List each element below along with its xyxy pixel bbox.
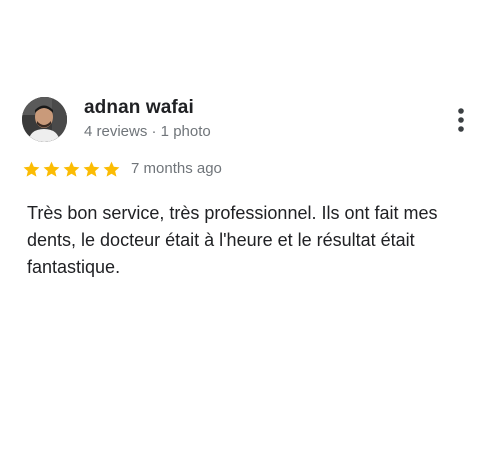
star-icon	[63, 161, 80, 177]
review-date: 7 months ago	[131, 160, 222, 177]
star-icon	[43, 161, 60, 177]
user-avatar-photo	[22, 97, 67, 142]
rating-row: 7 months ago	[22, 158, 222, 180]
avatar[interactable]	[22, 97, 67, 142]
star-icon	[23, 161, 40, 177]
star-icon	[103, 161, 120, 177]
review-card: adnan wafai 4 reviews · 1 photo 7 months…	[0, 0, 500, 450]
star-rating	[22, 160, 122, 179]
more-vert-icon	[458, 108, 464, 132]
author-meta: 4 reviews · 1 photo	[84, 123, 211, 140]
author-name[interactable]: adnan wafai	[84, 97, 194, 119]
review-text: Très bon service, très professionnel. Il…	[27, 203, 438, 277]
more-options-button[interactable]	[450, 105, 472, 135]
star-icon	[83, 161, 100, 177]
